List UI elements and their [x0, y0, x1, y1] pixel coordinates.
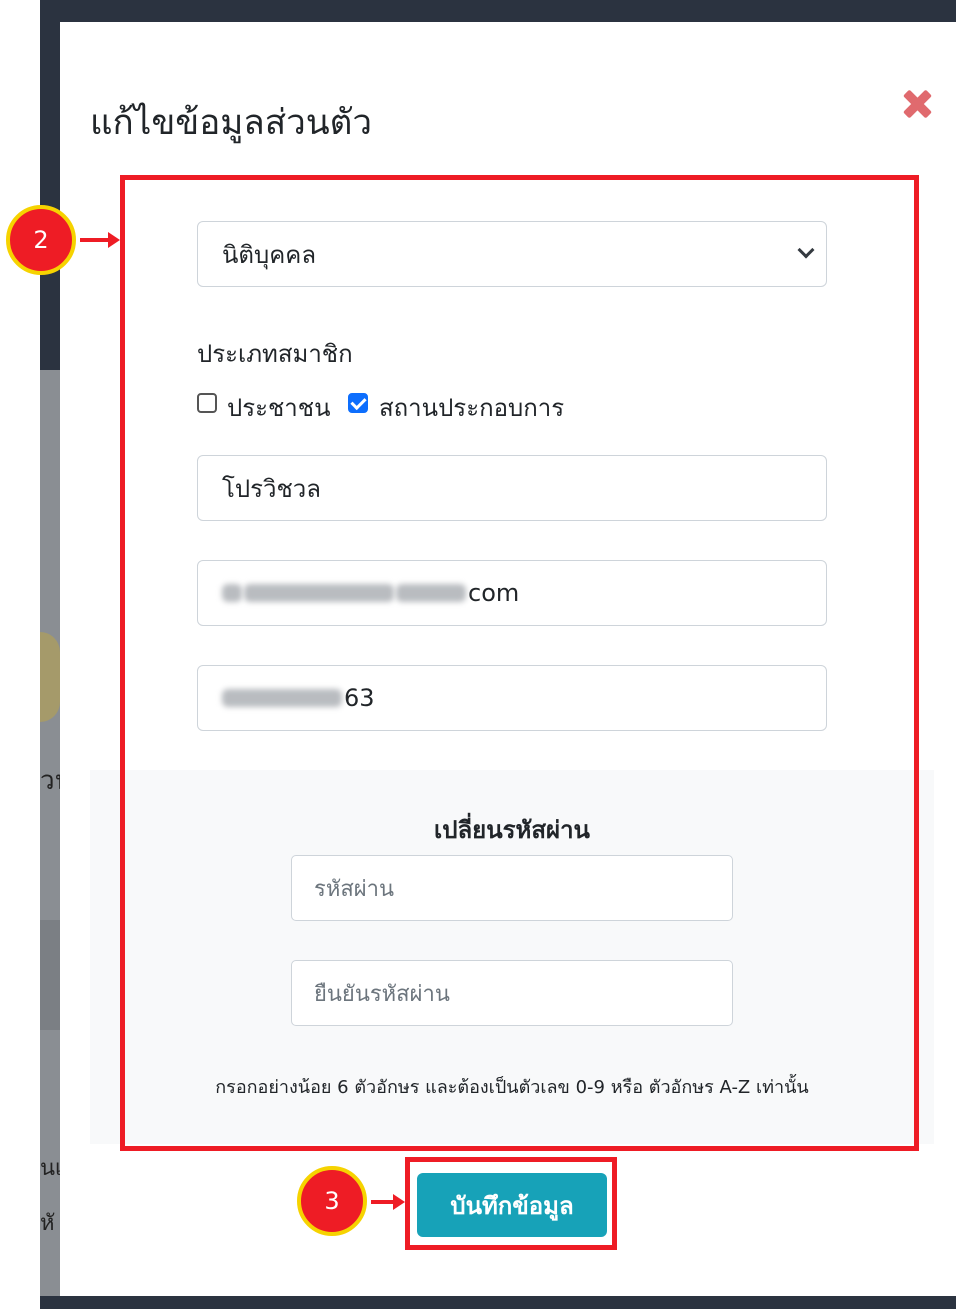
edit-profile-modal: แก้ไขข้อมูลส่วนตัว นิติบุคคล ประเภทสมาชิ…: [60, 22, 956, 1296]
change-password-panel: เปลี่ยนรหัสผ่าน รหัสผ่าน ยืนยันรหัสผ่าน …: [90, 770, 934, 1144]
checkbox-citizen-label: ประชาชน: [227, 394, 331, 422]
redacted-text: [396, 584, 466, 602]
step-badge-3: 3: [297, 1166, 367, 1236]
change-password-title: เปลี่ยนรหัสผ่าน: [434, 816, 590, 844]
confirm-password-input[interactable]: ยืนยันรหัสผ่าน: [291, 960, 733, 1026]
entity-type-value: นิติบุคคล: [222, 240, 317, 269]
phone-value-suffix: 63: [344, 684, 375, 712]
close-x-icon[interactable]: [898, 87, 934, 123]
save-button[interactable]: บันทึกข้อมูล: [417, 1173, 607, 1237]
arrow-right-icon: [393, 1194, 405, 1210]
checkbox-business[interactable]: [348, 393, 368, 413]
checkbox-business-label: สถานประกอบการ: [379, 394, 565, 422]
password-placeholder: รหัสผ่าน: [314, 876, 395, 902]
checkbox-citizen[interactable]: [197, 393, 217, 413]
chevron-down-icon: [797, 241, 815, 259]
confirm-password-placeholder: ยืนยันรหัสผ่าน: [314, 981, 450, 1007]
arrow-right-icon: [108, 232, 120, 248]
redacted-text: [222, 584, 242, 602]
modal-title: แก้ไขข้อมูลส่วนตัว: [90, 103, 373, 143]
password-input[interactable]: รหัสผ่าน: [291, 855, 733, 921]
member-type-label: ประเภทสมาชิก: [197, 340, 353, 368]
redacted-text: [244, 584, 394, 602]
redacted-text: [222, 689, 342, 707]
step-badge-2: 2: [6, 205, 76, 275]
email-value-suffix: com: [468, 579, 520, 607]
background-footer: [40, 1296, 956, 1309]
entity-type-select[interactable]: นิติบุคคล: [197, 221, 827, 287]
arrow-line: [80, 238, 110, 242]
password-hint: กรอกอย่างน้อย 6 ตัวอักษร และต้องเป็นตัวเ…: [215, 1077, 809, 1098]
arrow-line: [371, 1200, 395, 1204]
page-margin: [0, 0, 40, 1309]
background-avatar-icon: [40, 632, 60, 722]
name-input[interactable]: โปรวิชวล: [197, 455, 827, 521]
email-input[interactable]: com: [197, 560, 827, 626]
phone-input[interactable]: 63: [197, 665, 827, 731]
background-text: หั: [40, 1211, 55, 1236]
name-value: โปรวิชวล: [222, 474, 321, 503]
